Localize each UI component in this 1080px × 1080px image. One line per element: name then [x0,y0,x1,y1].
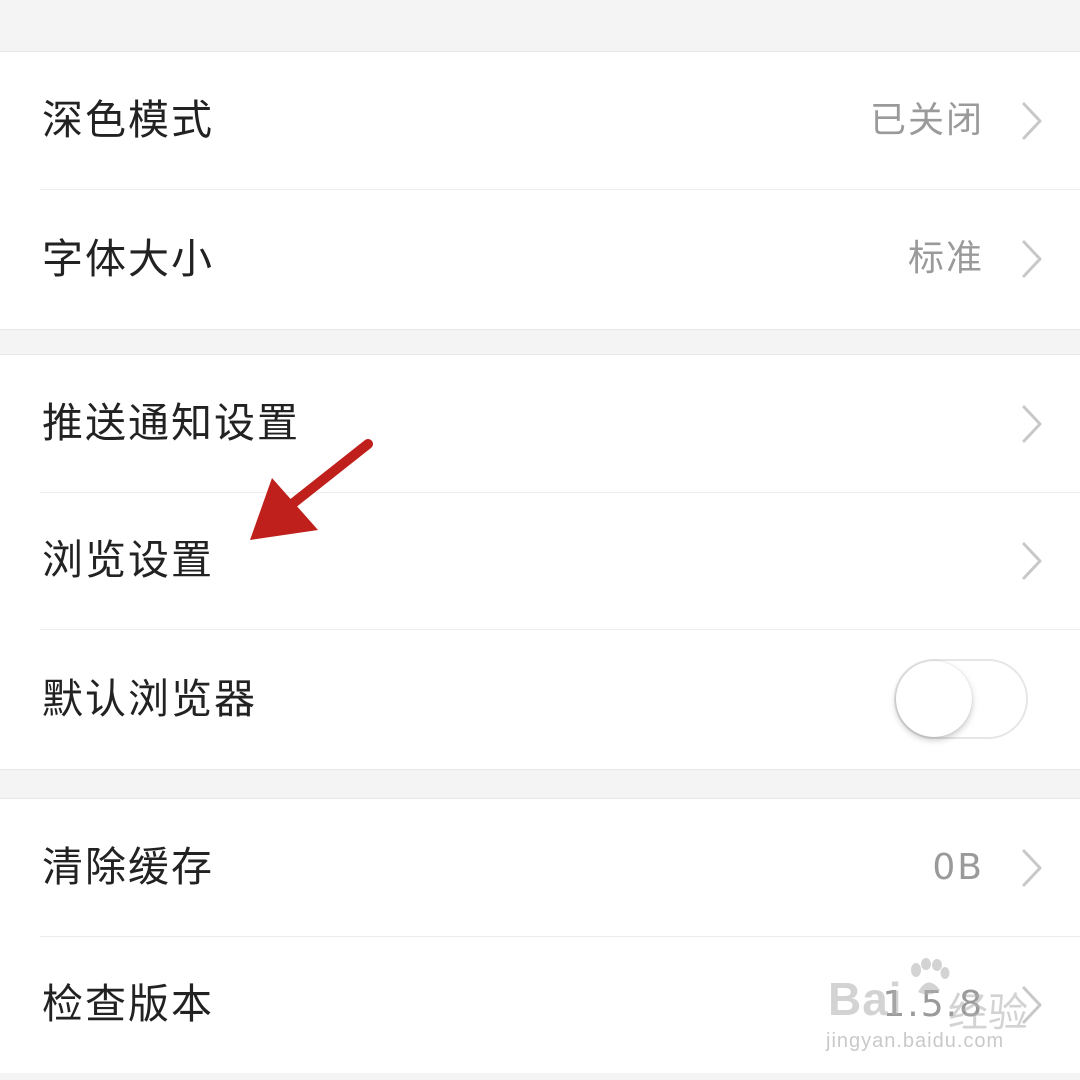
push-notification-row[interactable]: 推送通知设置 [0,355,1080,492]
font-size-row[interactable]: 字体大小 标准 [0,189,1080,329]
section-spacer [0,329,1080,355]
clear-cache-label: 清除缓存 [42,843,214,891]
browse-settings-label: 浏览设置 [42,536,214,584]
clear-cache-row[interactable]: 清除缓存 0B [0,799,1080,936]
push-notification-label: 推送通知设置 [42,399,300,447]
dark-mode-label: 深色模式 [42,96,214,144]
browse-settings-row[interactable]: 浏览设置 [0,492,1080,629]
section-spacer [0,769,1080,799]
font-size-value: 标准 [907,238,984,279]
chevron-right-icon [1022,849,1042,886]
settings-group-display: 深色模式 已关闭 字体大小 标准 [0,52,1080,329]
check-version-label: 检查版本 [42,980,214,1028]
font-size-label: 字体大小 [42,234,214,283]
chevron-right-icon [1022,102,1042,139]
default-browser-label: 默认浏览器 [42,674,257,723]
dark-mode-row[interactable]: 深色模式 已关闭 [0,52,1080,189]
settings-group-general: 推送通知设置 浏览设置 默认浏览器 [0,355,1080,769]
dark-mode-value: 已关闭 [869,99,984,141]
default-browser-toggle[interactable] [894,659,1028,739]
default-browser-row: 默认浏览器 [0,629,1080,769]
cache-size-value: 0B [932,846,984,888]
toggle-knob [896,661,972,737]
watermark-brand: Bai [828,973,903,1025]
chevron-right-icon [1022,542,1042,579]
watermark-url: jingyan.baidu.com [826,1030,1005,1052]
top-spacer [0,0,1080,52]
chevron-right-icon [1022,240,1042,278]
paw-icon [911,958,950,995]
chevron-right-icon [1022,405,1042,442]
settings-page: 深色模式 已关闭 字体大小 标准 推送通知设置 浏览设置 默认浏览器 清除缓存 … [0,0,1080,1080]
baidu-watermark: Bai 经验 jingyan.baidu.com [826,958,1066,1058]
